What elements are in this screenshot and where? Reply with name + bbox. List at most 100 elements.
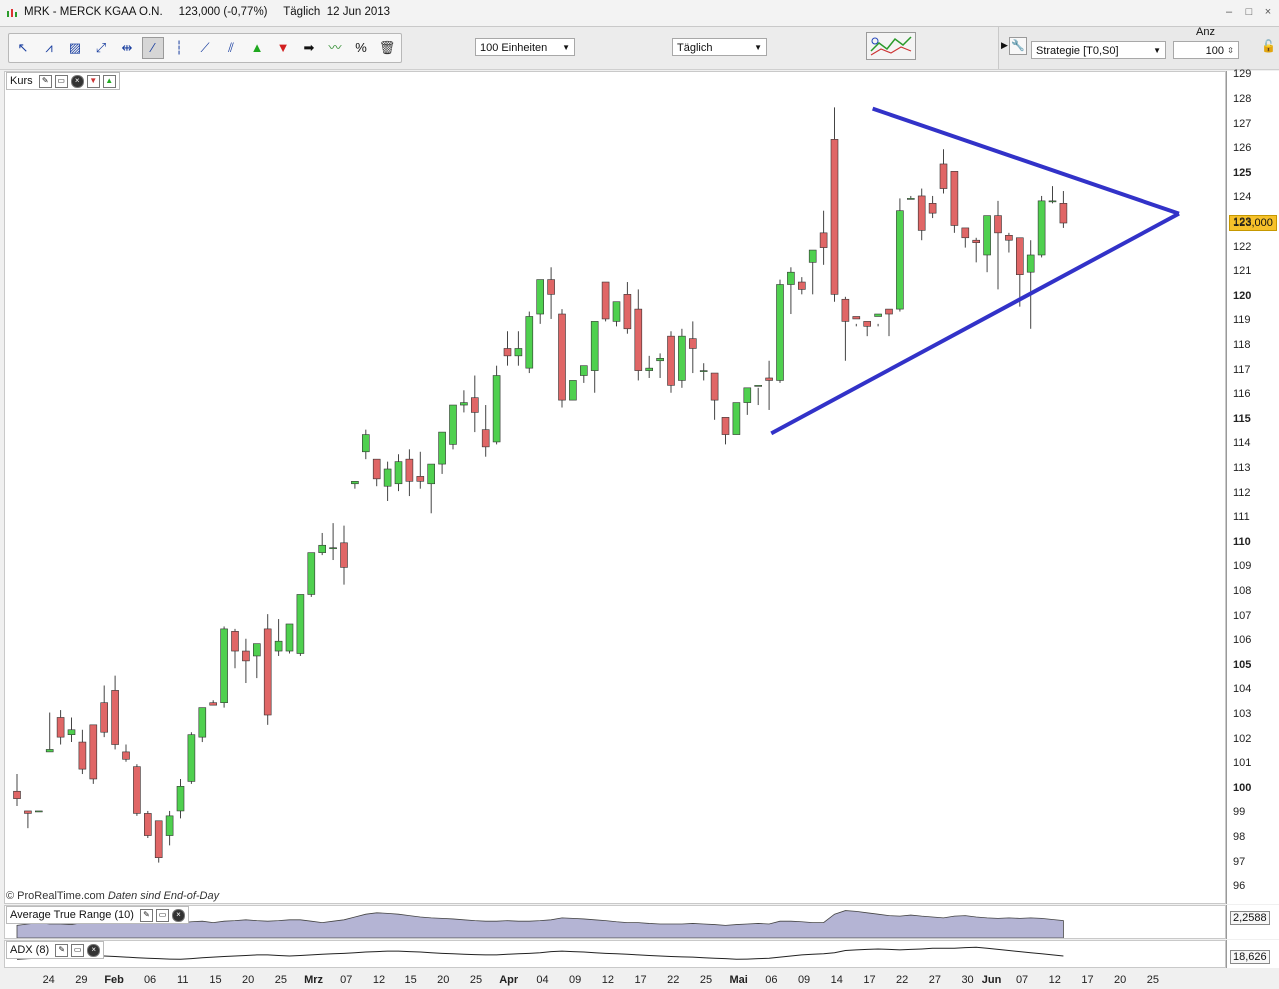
candle-up (351, 480, 359, 485)
x-tick-label: 20 (1114, 974, 1127, 986)
date-axis[interactable]: 24 29 Feb 06 11 15 20 25 Mrz 07 12 15 20 25 Apr 04 09 12 1… (4, 968, 1279, 989)
price-chart[interactable] (4, 71, 1226, 904)
adx-line (16, 946, 1064, 960)
x-tick-label: 09 (797, 974, 811, 986)
y-tick-label: 110 (1233, 535, 1251, 548)
ray-icon[interactable]: ⟋ (195, 38, 215, 58)
adx-axis: 18,626 (1226, 940, 1279, 968)
close-button[interactable]: × (1261, 6, 1275, 18)
percent-icon[interactable]: % (351, 38, 371, 58)
window-icon[interactable]: ▭ (156, 908, 169, 922)
candle-down (765, 377, 773, 381)
vline-icon[interactable]: ┆ (169, 38, 189, 58)
candle-down (841, 298, 850, 322)
strategy-select[interactable]: Strategie [T0,S0] ▼ (1031, 41, 1166, 59)
x-tick-label: 22 (896, 974, 909, 986)
strategy-value: Strategie [T0,S0] (1036, 45, 1119, 57)
candle-down (1059, 203, 1068, 224)
line-icon[interactable]: ⤢ (91, 38, 111, 58)
y-tick-label: 105 (1233, 658, 1252, 671)
close-icon[interactable]: × (70, 74, 84, 88)
units-select[interactable]: 100 Einheiten ▼ (475, 38, 575, 56)
y-tick-label: 104 (1233, 683, 1252, 696)
candle-up (874, 313, 882, 317)
price-axis[interactable]: 123,000 129 128 127 126 125 124 123 122 121 120 11… (1226, 68, 1279, 904)
x-tick-label: 17 (1081, 974, 1094, 986)
candle-down (623, 294, 632, 330)
candle-up (383, 468, 392, 487)
candle-up (361, 434, 370, 453)
period-select[interactable]: Täglich ▼ (672, 38, 767, 56)
candle-up (307, 552, 316, 595)
trash-icon[interactable]: 🗑 (377, 38, 397, 58)
y-tick-label: 96 (1233, 880, 1246, 893)
price-panel-header: Kurs ✎ ▭ × ▼ ▲ (6, 72, 120, 90)
candle-down (950, 171, 959, 226)
candle-down (122, 751, 130, 760)
move-up-icon[interactable]: ▲ (102, 74, 116, 88)
wrench-icon[interactable]: ✎ (38, 74, 52, 88)
x-tick-label: 12 (1048, 974, 1061, 986)
ruler-icon[interactable]: ▨ (65, 38, 85, 58)
candle-down (56, 717, 65, 738)
adx-panel[interactable] (4, 940, 1226, 968)
candle-up (754, 385, 763, 387)
move-down-icon[interactable]: ▼ (86, 74, 100, 88)
close-icon[interactable]: × (172, 908, 185, 922)
wrench-icon[interactable]: ✎ (55, 943, 69, 957)
sell-arrow-icon[interactable]: ▼ (273, 38, 293, 58)
candle-up (274, 640, 283, 652)
x-tick-label: 20 (242, 974, 255, 986)
candle-up (787, 271, 795, 285)
hline-icon[interactable]: ⇹ (117, 38, 137, 58)
lock-icon[interactable]: 🔓 (1261, 39, 1276, 53)
adx-header: ADX (8) ✎ ▭ × (6, 941, 105, 959)
qty-label: Anz (1196, 26, 1215, 38)
window-icon[interactable]: ▭ (71, 943, 85, 957)
candle-up (808, 249, 817, 263)
candle-up (536, 279, 545, 315)
maximize-button[interactable]: □ (1242, 6, 1256, 18)
panel-toggle-icon[interactable]: ▶ (1001, 40, 1008, 51)
qty-value: 100 (1205, 45, 1224, 57)
wrench-icon[interactable]: 🔧 (1009, 37, 1027, 55)
right-arrow-icon[interactable]: ➡ (299, 38, 319, 58)
strategy-chart-button[interactable] (866, 32, 916, 60)
candle-up (1037, 200, 1046, 256)
x-tick-label: Mrz (304, 974, 324, 986)
trend-icon[interactable]: ⩘ (39, 38, 59, 58)
candle-up (492, 375, 501, 443)
y-tick-label: 102 (1233, 732, 1252, 745)
spinner-icon[interactable]: ⇳ (1227, 42, 1234, 60)
candle-up (296, 594, 305, 654)
fib-icon[interactable]: ⫽ (221, 38, 241, 58)
candle-up (198, 707, 207, 738)
period-value: Täglich (677, 42, 713, 54)
x-tick-label: 25 (1146, 974, 1159, 986)
close-icon[interactable]: × (87, 943, 101, 957)
candle-down (242, 650, 250, 662)
chevron-down-icon: ▼ (562, 43, 570, 52)
y-tick-label: 107 (1233, 609, 1252, 622)
candle-down (154, 820, 163, 858)
minimize-button[interactable]: – (1222, 6, 1236, 18)
candle-up (612, 301, 621, 322)
wave-icon[interactable]: 〰 (325, 38, 345, 58)
candle-up (176, 786, 185, 812)
candle-down (917, 195, 926, 231)
y-tick-label: 123 (1233, 216, 1252, 228)
candle-up (165, 815, 174, 836)
cursor-icon[interactable]: ↖ (13, 38, 33, 58)
window-icon[interactable]: ▭ (54, 74, 68, 88)
y-tick-label: 126 (1233, 142, 1252, 155)
candle-down (547, 279, 555, 295)
atr-value: 2,2588 (1230, 911, 1270, 925)
qty-input[interactable]: 100 ⇳ (1173, 41, 1239, 59)
candle-up (525, 316, 534, 369)
drawing-tools: ↖ ⩘ ▨ ⤢ ⇹ ⁄ ┆ ⟋ ⫽ ▲ ▼ ➡ 〰 % 🗑 (8, 33, 402, 63)
buy-arrow-icon[interactable]: ▲ (247, 38, 267, 58)
segment-icon[interactable]: ⁄ (142, 37, 164, 59)
x-tick-label: 25 (274, 974, 287, 986)
candle-down (939, 163, 948, 189)
wrench-icon[interactable]: ✎ (140, 908, 153, 922)
